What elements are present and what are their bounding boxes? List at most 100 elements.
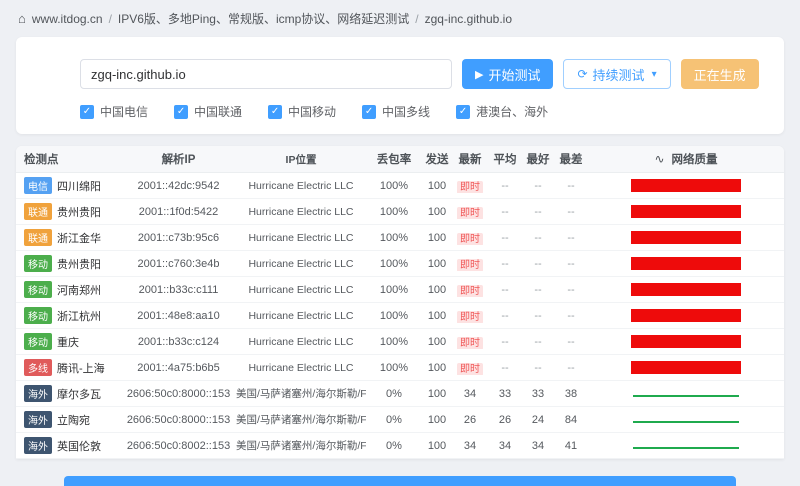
node-name: 腾讯-上海: [57, 360, 105, 376]
avg-value: --: [488, 258, 522, 270]
header-loss: 丢包率: [366, 151, 422, 167]
loss-rate: 100%: [366, 310, 422, 322]
ip-location: Hurricane Electric LLC: [236, 362, 366, 374]
test-input-row: ▶ 开始测试 ⟳ 持续测试 ▾ 正在生成: [80, 59, 760, 89]
quality-indicator: [631, 439, 741, 452]
loss-rate: 100%: [366, 180, 422, 192]
latest-value: 26: [464, 414, 476, 426]
table-row: 联通 浙江金华 2001::c73b:95c6 Hurricane Electr…: [16, 225, 784, 251]
worst-value: 84: [554, 414, 588, 426]
carrier-badge: 移动: [24, 333, 52, 350]
latest-value: 34: [464, 388, 476, 400]
table-header-row: 检测点 解析IP IP位置 丢包率 发送 最新 平均 最好 最差 ∿ 网络质量: [16, 146, 784, 173]
carrier-badge: 海外: [24, 411, 52, 428]
best-value: --: [522, 362, 554, 374]
header-ip: 解析IP: [121, 151, 236, 167]
checkbox-label: 中国多线: [382, 103, 430, 120]
node-name: 河南郑州: [57, 282, 101, 298]
latest-cell: 34: [452, 388, 488, 400]
best-value: --: [522, 180, 554, 192]
checkbox-icon: ✓: [456, 105, 470, 119]
header-quality-label: 网络质量: [672, 151, 718, 167]
header-best: 最好: [522, 151, 554, 167]
chevron-down-icon: ▾: [652, 69, 657, 80]
worst-value: --: [554, 232, 588, 244]
quality-cell: [588, 361, 784, 374]
node-name: 浙江杭州: [57, 308, 101, 324]
ip-location: Hurricane Electric LLC: [236, 336, 366, 348]
start-test-label: 开始测试: [488, 65, 540, 84]
results-table: 检测点 解析IP IP位置 丢包率 发送 最新 平均 最好 最差 ∿ 网络质量 …: [16, 146, 784, 459]
carrier-filter-checkbox[interactable]: ✓ 中国联通: [174, 103, 242, 120]
quality-indicator: [631, 309, 741, 322]
node-name: 摩尔多瓦: [57, 386, 101, 402]
quality-indicator: [631, 283, 741, 296]
quality-indicator: [631, 335, 741, 348]
test-toolbar-card: ▶ 开始测试 ⟳ 持续测试 ▾ 正在生成 ✓ 中国电信 ✓ 中国联通 ✓ 中国移…: [16, 37, 784, 134]
table-row: 移动 河南郑州 2001::b33c:c111 Hurricane Electr…: [16, 277, 784, 303]
quality-indicator: [631, 205, 741, 218]
checkbox-icon: ✓: [362, 105, 376, 119]
home-icon: ⌂: [18, 11, 26, 26]
quality-cell: [588, 439, 784, 452]
loss-rate: 0%: [366, 440, 422, 452]
worst-value: --: [554, 258, 588, 270]
best-value: --: [522, 336, 554, 348]
best-value: 33: [522, 388, 554, 400]
checkbox-icon: ✓: [268, 105, 282, 119]
ip-location: Hurricane Electric LLC: [236, 258, 366, 270]
continuous-test-button[interactable]: ⟳ 持续测试 ▾: [563, 59, 670, 89]
avg-value: --: [488, 310, 522, 322]
latest-cell: 即时: [452, 334, 488, 349]
table-row: 海外 摩尔多瓦 2606:50c0:8000::153 美国/马萨诸塞州/海尔斯…: [16, 381, 784, 407]
breadcrumb-separator: /: [415, 12, 418, 26]
loss-rate: 100%: [366, 206, 422, 218]
start-test-button[interactable]: ▶ 开始测试: [462, 59, 553, 89]
node-name: 浙江金华: [57, 230, 101, 246]
resolved-ip: 2001::48e8:aa10: [121, 310, 236, 322]
play-icon: ▶: [475, 68, 483, 81]
host-input[interactable]: [80, 59, 452, 89]
sent-count: 100: [422, 336, 452, 348]
header-worst: 最差: [554, 151, 588, 167]
header-sent: 发送: [422, 151, 452, 167]
checkbox-label: 港澳台、海外: [476, 103, 548, 120]
ip-location: Hurricane Electric LLC: [236, 180, 366, 192]
checkbox-icon: ✓: [80, 105, 94, 119]
quality-cell: [588, 335, 784, 348]
carrier-filter-checkbox[interactable]: ✓ 中国电信: [80, 103, 148, 120]
best-value: --: [522, 310, 554, 322]
checkbox-icon: ✓: [174, 105, 188, 119]
resolved-ip: 2001::c760:3e4b: [121, 258, 236, 270]
carrier-filter-checkbox[interactable]: ✓ 中国多线: [362, 103, 430, 120]
avg-value: 33: [488, 388, 522, 400]
loss-rate: 0%: [366, 388, 422, 400]
avg-value: --: [488, 362, 522, 374]
breadcrumb-target[interactable]: zgq-inc.github.io: [425, 12, 512, 26]
table-row: 海外 英国伦敦 2606:50c0:8002::153 美国/马萨诸塞州/海尔斯…: [16, 433, 784, 459]
loss-rate: 0%: [366, 414, 422, 426]
resolved-ip: 2001::b33c:c111: [121, 284, 236, 296]
avg-value: --: [488, 284, 522, 296]
node-name: 立陶宛: [57, 412, 90, 428]
carrier-filter-checkbox[interactable]: ✓ 港澳台、海外: [456, 103, 548, 120]
worst-value: --: [554, 206, 588, 218]
latest-value: 即时: [457, 207, 483, 219]
worst-value: 41: [554, 440, 588, 452]
quality-cell: [588, 283, 784, 296]
carrier-badge: 海外: [24, 437, 52, 454]
breadcrumb-site[interactable]: www.itdog.cn: [32, 12, 103, 26]
pulse-icon: ∿: [654, 152, 664, 166]
carrier-filter-checkbox[interactable]: ✓ 中国移动: [268, 103, 336, 120]
breadcrumb-section[interactable]: IPV6版、多地Ping、常规版、icmp协议、网络延迟测试: [118, 10, 409, 27]
table-row: 移动 贵州贵阳 2001::c760:3e4b Hurricane Electr…: [16, 251, 784, 277]
loss-rate: 100%: [366, 232, 422, 244]
resolved-ip: 2606:50c0:8002::153: [121, 440, 236, 452]
breadcrumb: ⌂ www.itdog.cn / IPV6版、多地Ping、常规版、icmp协议…: [0, 0, 800, 35]
worst-value: --: [554, 336, 588, 348]
resolved-ip: 2001::c73b:95c6: [121, 232, 236, 244]
sent-count: 100: [422, 258, 452, 270]
carrier-badge: 联通: [24, 229, 52, 246]
quality-cell: [588, 205, 784, 218]
ip-location: Hurricane Electric LLC: [236, 206, 366, 218]
